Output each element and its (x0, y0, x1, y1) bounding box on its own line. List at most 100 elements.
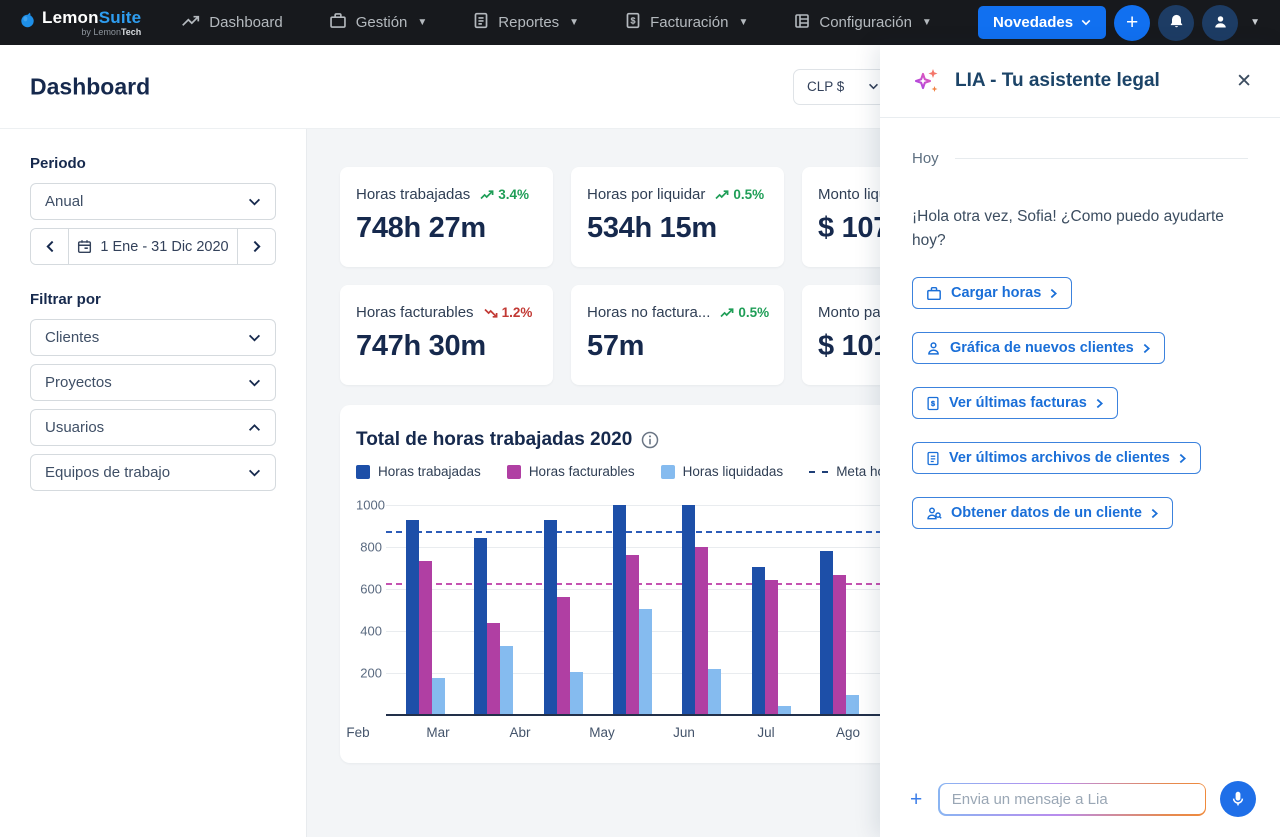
invoice-icon: $ (926, 396, 940, 411)
microphone-button[interactable] (1220, 781, 1256, 817)
x-axis-tick: Jun (673, 725, 695, 740)
filter-clientes[interactable]: Clientes (30, 319, 276, 356)
app-window: LemonSuite by LemonTech Dashboard Gestió… (0, 0, 1280, 837)
y-axis-tick: 200 (356, 666, 382, 681)
date-prev-button[interactable] (31, 229, 69, 264)
bell-icon (1168, 13, 1185, 33)
bar-group[interactable] (544, 520, 583, 715)
bar-horas-trabajadas[interactable] (613, 505, 626, 715)
chevron-right-icon (1179, 453, 1186, 464)
nav-item-facturacion[interactable]: $ Facturación ▼ (625, 12, 748, 33)
x-axis-tick: Jul (757, 725, 774, 740)
chevron-down-icon (248, 198, 261, 206)
assistant-quick-actions: Cargar horas Gráfica de nuevos clientes … (912, 277, 1248, 529)
add-button[interactable]: + (1114, 5, 1150, 41)
trend-up-badge: 0.5% (715, 187, 764, 202)
filter-equipos[interactable]: Equipos de trabajo (30, 454, 276, 491)
brand-logo[interactable]: LemonSuite by LemonTech (20, 9, 141, 37)
sparkles-icon (912, 66, 942, 96)
y-axis-tick: 800 (356, 540, 382, 555)
nav-item-reportes[interactable]: Reportes ▼ (473, 12, 579, 33)
filter-usuarios[interactable]: Usuarios (30, 409, 276, 446)
bar-horas-liquidadas[interactable] (708, 669, 721, 715)
filters-sidebar: Periodo Anual 1 Ene - 31 Dic 2020 Filtra… (0, 129, 307, 837)
file-icon (926, 451, 940, 466)
attach-plus-button[interactable]: + (908, 787, 924, 812)
trend-up-badge: 0.5% (720, 305, 769, 320)
filtrar-por-label: Filtrar por (30, 291, 276, 308)
bar-horas-facturables[interactable] (557, 597, 570, 715)
bar-horas-facturables[interactable] (695, 547, 708, 715)
legend-swatch (661, 465, 675, 479)
chevron-down-icon: ▼ (922, 17, 932, 28)
nav-item-configuracion[interactable]: Configuración ▼ (794, 13, 931, 33)
date-next-button[interactable] (237, 229, 275, 264)
bar-group[interactable] (820, 551, 859, 715)
action-obtener-datos-cliente[interactable]: Obtener datos de un cliente (912, 497, 1173, 529)
bar-horas-facturables[interactable] (487, 623, 500, 715)
chevron-right-icon (1151, 508, 1158, 519)
info-icon[interactable] (641, 431, 659, 449)
legend-item: Horas facturables (507, 464, 635, 479)
briefcase-icon (329, 12, 347, 33)
lia-conversation: Hoy ¡Hola otra vez, Sofia! ¿Como puedo a… (880, 118, 1280, 767)
bar-horas-liquidadas[interactable] (432, 678, 445, 715)
x-axis-tick: Ago (836, 725, 860, 740)
bar-horas-facturables[interactable] (626, 555, 639, 715)
svg-text:$: $ (631, 15, 636, 25)
bar-group[interactable] (474, 538, 513, 715)
novedades-button[interactable]: Novedades (978, 6, 1106, 39)
legend-dash-swatch (809, 471, 828, 473)
chevron-right-icon (1050, 288, 1057, 299)
chevron-down-icon (868, 83, 879, 90)
kpi-value: 534h 15m (587, 212, 768, 245)
svg-text:$: $ (931, 399, 936, 408)
chevron-down-icon (1081, 19, 1091, 26)
chart-title: Total de horas trabajadas 2020 (356, 429, 632, 451)
bar-horas-trabajadas[interactable] (474, 538, 487, 715)
close-icon[interactable]: ✕ (1232, 68, 1256, 95)
bar-horas-facturables[interactable] (833, 575, 846, 715)
periodo-select[interactable]: Anual (30, 183, 276, 220)
kpi-card-horas-trabajadas: Horas trabajadas 3.4% 748h 27m (340, 167, 553, 267)
chevron-right-icon (1143, 343, 1150, 354)
bar-group[interactable] (752, 567, 791, 715)
trend-up-icon (720, 308, 734, 318)
x-axis-tick: Abr (509, 725, 530, 740)
bar-horas-liquidadas[interactable] (500, 646, 513, 715)
bar-horas-trabajadas[interactable] (682, 505, 695, 715)
grid-list-icon (794, 13, 810, 33)
user-icon (1212, 13, 1229, 33)
filter-proyectos[interactable]: Proyectos (30, 364, 276, 401)
action-ver-ultimas-facturas[interactable]: $ Ver últimas facturas (912, 387, 1118, 419)
bar-group[interactable] (613, 505, 652, 715)
bar-horas-trabajadas[interactable] (752, 567, 765, 715)
kpi-value: 747h 30m (356, 330, 537, 363)
bar-group[interactable] (682, 505, 721, 715)
bar-horas-trabajadas[interactable] (406, 520, 419, 715)
person-icon (926, 341, 941, 356)
date-range-button[interactable]: 1 Ene - 31 Dic 2020 (69, 229, 237, 264)
trend-up-icon (480, 190, 494, 200)
currency-select[interactable]: CLP $ (793, 69, 893, 105)
bar-horas-facturables[interactable] (765, 580, 778, 715)
bar-horas-trabajadas[interactable] (544, 520, 557, 715)
main-navigation: Dashboard Gestión ▼ Reportes ▼ $ Factura… (181, 12, 932, 33)
chevron-down-icon: ▼ (569, 17, 579, 28)
bar-horas-liquidadas[interactable] (639, 609, 652, 715)
bar-horas-trabajadas[interactable] (820, 551, 833, 715)
action-cargar-horas[interactable]: Cargar horas (912, 277, 1072, 309)
chevron-right-icon (253, 240, 261, 253)
nav-item-gestion[interactable]: Gestión ▼ (329, 12, 428, 33)
user-menu-button[interactable] (1202, 5, 1238, 41)
bar-horas-liquidadas[interactable] (846, 695, 859, 715)
nav-item-dashboard[interactable]: Dashboard (181, 13, 282, 33)
lia-message-input[interactable] (940, 784, 1205, 814)
action-grafica-nuevos-clientes[interactable]: Gráfica de nuevos clientes (912, 332, 1165, 364)
user-menu-caret-icon[interactable]: ▼ (1250, 17, 1260, 28)
notifications-button[interactable] (1158, 5, 1194, 41)
bar-horas-liquidadas[interactable] (570, 672, 583, 715)
bar-group[interactable] (406, 520, 445, 715)
action-ver-ultimos-archivos[interactable]: Ver últimos archivos de clientes (912, 442, 1201, 474)
bar-horas-facturables[interactable] (419, 561, 432, 715)
